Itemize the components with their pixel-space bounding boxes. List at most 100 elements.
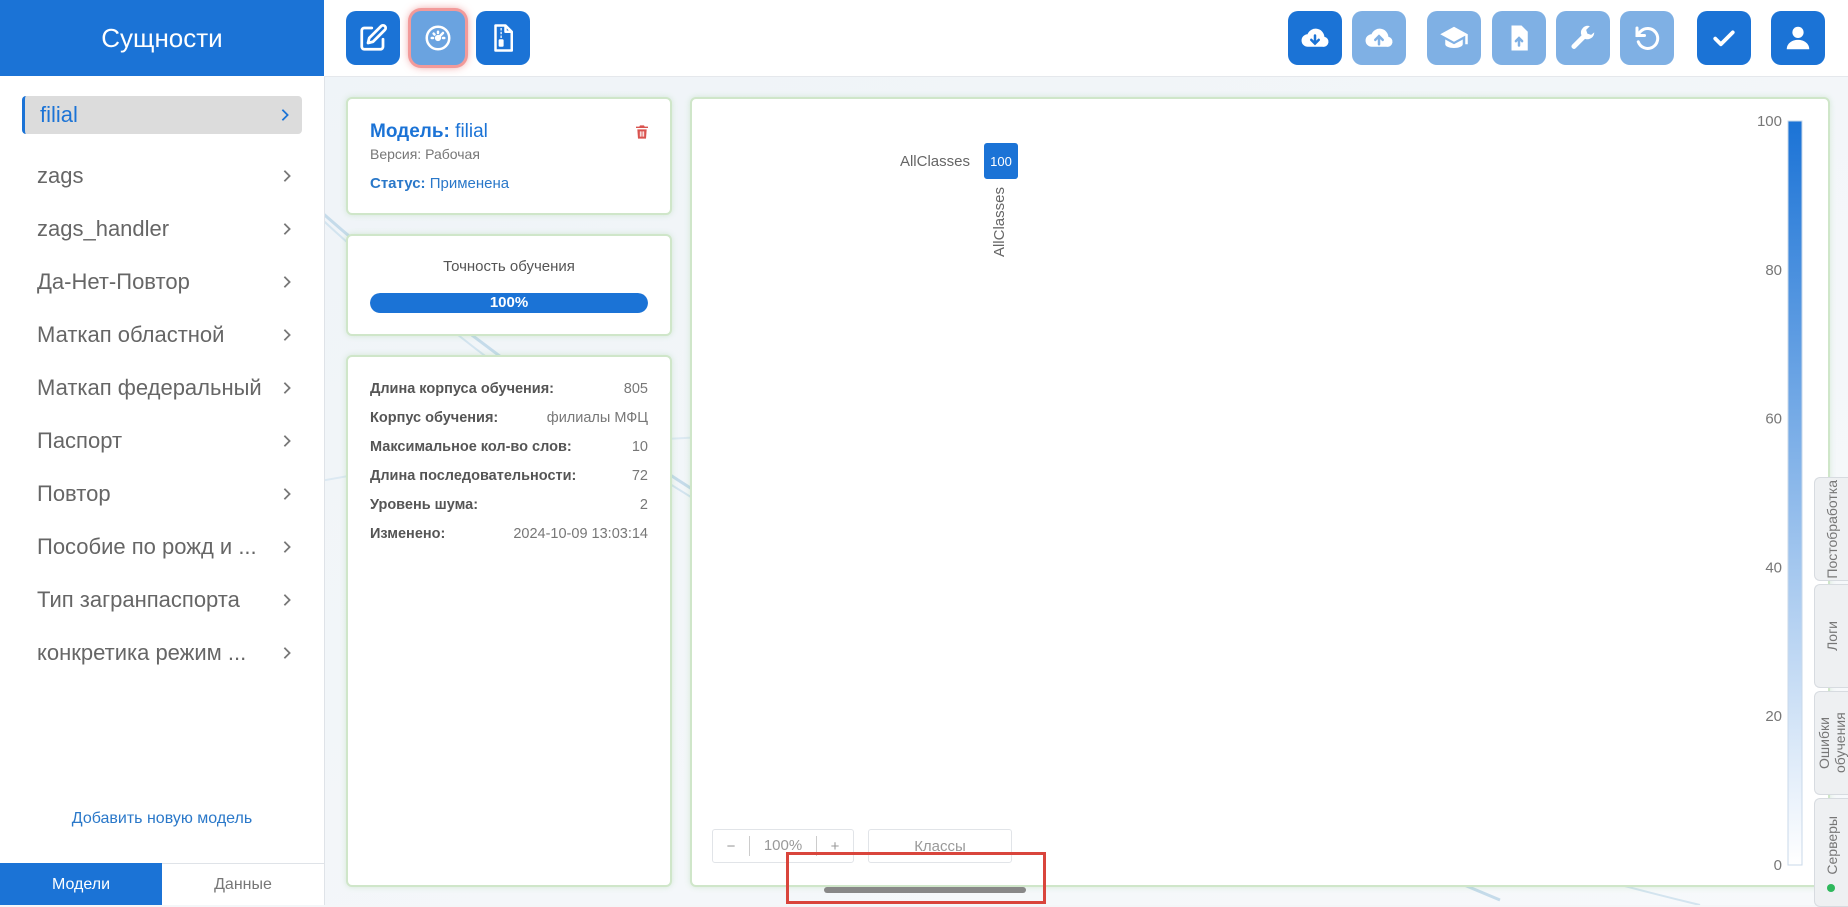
settings-button[interactable] [1556, 11, 1610, 65]
stat-value: 805 [623, 381, 648, 397]
chevron-right-icon [283, 646, 291, 659]
dashboard-button[interactable] [411, 11, 465, 65]
trash-icon[interactable] [634, 124, 650, 140]
file-upload-icon [1511, 25, 1528, 51]
train-button[interactable] [1427, 11, 1481, 65]
confusion-matrix-card: AllClasses 100 AllClasses 0 20 40 60 80 100 − 10… [690, 97, 1830, 887]
graduation-cap-icon [1440, 26, 1468, 48]
sidebar-tab[interactable]: Данные [162, 863, 324, 905]
colorbar-tick-label: 80 [1765, 262, 1782, 279]
heatmap-cell-label: 100 [990, 154, 1012, 169]
side-tab-logs[interactable]: Логи [1814, 584, 1848, 688]
add-model-link[interactable]: Добавить новую модель [0, 810, 324, 828]
cloud-upload-button[interactable] [1352, 11, 1406, 65]
sidebar-item[interactable]: Маткап федеральный [0, 361, 324, 414]
edit-button[interactable] [346, 11, 400, 65]
side-tab-label: Серверы [1824, 816, 1840, 875]
stat-key: Изменено: [370, 526, 446, 542]
highlight-annotation [786, 852, 1046, 904]
chevron-right-icon [283, 434, 291, 447]
chevron-right-icon [283, 275, 291, 288]
file-upload-button[interactable] [1492, 11, 1546, 65]
stat-value: 10 [631, 439, 648, 455]
sidebar-item[interactable]: конкретика режим ... [0, 626, 324, 679]
chevron-right-icon [283, 540, 291, 553]
sidebar-item[interactable]: Тип загранпаспорта [0, 573, 324, 626]
heatmap-row-label: AllClasses [900, 153, 970, 170]
side-tab-label: Постобработка [1824, 479, 1840, 579]
apply-button[interactable] [1697, 11, 1751, 65]
accuracy-progress-bar: 100% [370, 293, 648, 313]
cloud-download-button[interactable] [1288, 11, 1342, 65]
colorbar-tick-label: 0 [1774, 857, 1782, 874]
sidebar-item[interactable]: filial [22, 96, 302, 134]
training-accuracy-card: Точность обучения 100% [346, 234, 672, 336]
wrench-icon [1571, 25, 1595, 49]
sidebar-item-label: Маткап областной [37, 321, 225, 347]
model-status-value: Применена [429, 175, 510, 192]
user-icon [1786, 26, 1810, 50]
entity-list: filial zags zags_handler Да-Нет-Повтор Матка… [0, 76, 324, 679]
sidebar-item[interactable]: Маткап областной [0, 308, 324, 361]
model-version: Версия: Рабочая [370, 146, 480, 162]
toolbar [324, 0, 1848, 77]
sidebar-item-label: Паспорт [37, 427, 123, 453]
colorbar-tick-label: 40 [1765, 559, 1782, 576]
side-tab-label: Ошибки обучения [1816, 712, 1848, 774]
accuracy-title: Точность обучения [443, 258, 575, 275]
chevron-right-icon [283, 381, 291, 394]
zoom-out-button[interactable]: − [713, 838, 749, 855]
sidebar-item[interactable]: Паспорт [0, 414, 324, 467]
model-status-label: Статус: [370, 175, 426, 192]
model-title: Модель: filial [370, 121, 488, 143]
stat-key: Уровень шума: [370, 497, 479, 513]
sidebar-item-label: Маткап федеральный [37, 374, 262, 400]
undo-button[interactable] [1620, 11, 1674, 65]
colorbar-tick-label: 100 [1757, 113, 1782, 130]
sidebar-item-label: Тип загранпаспорта [37, 586, 240, 612]
sidebar-item-label: конкретика режим ... [37, 639, 247, 665]
server-status-indicator [1827, 884, 1835, 892]
sidebar-item[interactable]: Да-Нет-Повтор [0, 255, 324, 308]
chevron-right-icon [283, 487, 291, 500]
stat-value: 2 [639, 497, 648, 513]
stat-row: Длина последовательности: 72 [370, 468, 648, 490]
sidebar-item[interactable]: zags_handler [0, 202, 324, 255]
side-tab-postprocessing[interactable]: Постобработка [1814, 477, 1848, 581]
undo-icon [1635, 26, 1660, 50]
stat-row: Длина корпуса обучения: 805 [370, 381, 648, 403]
check-icon [1713, 30, 1735, 47]
sidebar-item-label: zags_handler [37, 215, 170, 241]
sidebar-item-label: Пособие по рожд и ... [37, 533, 257, 559]
edit-icon [360, 23, 388, 51]
colorbar-tick-label: 20 [1765, 708, 1782, 725]
model-info-card: Модель: filial Версия: Рабочая Статус: П… [346, 97, 672, 215]
file-archive-button[interactable] [476, 11, 530, 65]
entities-sidebar: Сущности filial zags zags_handler Да-Нет-По… [0, 0, 325, 905]
file-archive-icon [494, 24, 513, 52]
sidebar-item[interactable]: Повтор [0, 467, 324, 520]
sidebar-item[interactable]: zags [0, 149, 324, 202]
sidebar-item[interactable]: Пособие по рожд и ... [0, 520, 324, 573]
stat-row: Максимальное кол-во слов: 10 [370, 439, 648, 461]
stat-row: Корпус обучения: филиалы МФЦ [370, 410, 648, 432]
sidebar-item-label: Повтор [37, 480, 111, 506]
sidebar-tab[interactable]: Модели [0, 863, 162, 905]
stat-row: Изменено: 2024-10-09 13:03:14 [370, 526, 648, 548]
chevron-right-icon [283, 222, 291, 235]
side-tab-training-errors[interactable]: Ошибки обучения [1814, 691, 1848, 795]
stat-row: Уровень шума: 2 [370, 497, 648, 519]
confusion-matrix-chart: AllClasses 100 AllClasses 0 20 40 60 80 100 [900, 113, 1803, 874]
sidebar-item-label: filial [40, 102, 78, 127]
model-title-label: Модель: [370, 121, 450, 142]
sidebar-tabs: Модели Данные [0, 863, 324, 905]
sidebar-item-label: Да-Нет-Повтор [37, 268, 190, 294]
cloud-upload-icon [1365, 28, 1393, 47]
user-profile-button[interactable] [1771, 11, 1825, 65]
stat-value: 2024-10-09 13:03:14 [513, 526, 648, 542]
heatmap-column-label: AllClasses [991, 187, 1008, 257]
side-tab-label: Логи [1824, 621, 1840, 651]
sidebar-item-label: zags [37, 162, 84, 188]
colorbar-tick-label: 60 [1765, 411, 1782, 428]
training-stats-card: Длина корпуса обучения: 805 Корпус обучени… [346, 355, 672, 887]
